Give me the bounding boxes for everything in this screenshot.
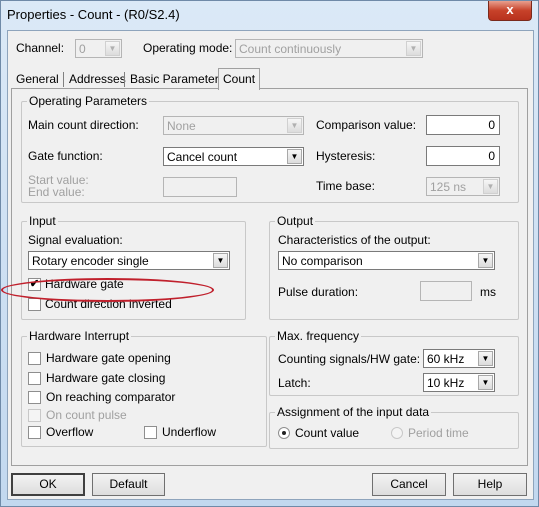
count-direction-inverted-label: Count direction inverted [45,297,172,311]
group-title: Assignment of the input data [275,405,432,419]
ok-button[interactable]: OK [11,473,85,496]
overflow-checkbox[interactable] [28,426,41,439]
underflow-checkbox[interactable] [144,426,157,439]
tab-general[interactable]: General [12,70,63,89]
tab-count[interactable]: Count [218,68,261,90]
tab-basic-parameters[interactable]: Basic Parameters [126,70,229,89]
tab-addresses[interactable]: Addresses [65,70,130,89]
assignment-group: Assignment of the input data Count value… [269,405,519,449]
operating-mode-label: Operating mode: [143,41,233,55]
dialog-client: Channel: 0 ▼ Operating mode: Count conti… [7,30,534,500]
group-title: Input [27,214,58,228]
chevron-down-icon: ▼ [213,253,228,268]
help-button[interactable]: Help [453,473,527,496]
hysteresis-label: Hysteresis: [316,149,376,163]
count-pulse-label: On count pulse [46,408,127,422]
chevron-down-icon: ▼ [478,253,493,268]
operating-mode-value: Count continuously [239,42,342,56]
group-title: Operating Parameters [27,94,150,108]
output-group: Output Characteristics of the output: No… [269,214,519,320]
chevron-down-icon: ▼ [483,179,498,194]
count-value-radio[interactable] [278,427,290,439]
comparison-value-label: Comparison value: [316,118,417,132]
counting-signals-select[interactable]: 60 kHz ▼ [423,349,495,368]
count-pulse-checkbox[interactable] [28,409,41,422]
characteristics-label: Characteristics of the output: [278,233,431,247]
chevron-down-icon: ▼ [406,41,421,56]
default-button[interactable]: Default [92,473,165,496]
group-title: Max. frequency [275,329,362,343]
count-value-label: Count value [295,426,360,440]
close-button[interactable]: x [488,1,532,21]
overflow-label: Overflow [46,425,94,439]
counting-signals-label: Counting signals/HW gate: [278,352,421,366]
checkmark-icon: ✔ [29,278,40,290]
properties-dialog: Properties - Count - (R0/S2.4) x Channel… [0,0,539,507]
gate-opening-label: Hardware gate opening [46,351,171,365]
pulse-duration-unit: ms [480,285,496,299]
group-title: Output [275,214,316,228]
chevron-down-icon: ▼ [287,149,302,164]
latch-label: Latch: [278,376,311,390]
window-title: Properties - Count - (R0/S2.4) [7,7,180,22]
counting-signals-value: 60 kHz [427,352,465,366]
input-group: Input Signal evaluation: Rotary encoder … [21,214,246,320]
main-count-direction-select[interactable]: None ▼ [163,116,304,135]
pulse-duration-field[interactable] [420,281,472,301]
start-end-value-field[interactable] [163,177,237,197]
title-bar[interactable]: Properties - Count - (R0/S2.4) x [1,1,538,31]
reaching-comparator-label: On reaching comparator [46,390,176,404]
chevron-down-icon: ▼ [478,375,493,390]
channel-label: Channel: [16,41,65,55]
chevron-down-icon: ▼ [287,118,302,133]
channel-select[interactable]: 0 ▼ [75,39,122,58]
signal-evaluation-value: Rotary encoder single [32,254,149,268]
period-time-radio[interactable] [391,427,403,439]
tab-separator [63,72,64,87]
radio-selected-dot [282,431,286,435]
count-direction-inverted-checkbox[interactable] [28,298,41,311]
hysteresis-field[interactable]: 0 [426,146,500,166]
main-count-direction-label: Main count direction: [28,118,139,132]
group-title: Hardware Interrupt [27,329,132,343]
chevron-down-icon: ▼ [478,351,493,366]
hardware-gate-label: Hardware gate [45,277,124,291]
period-time-label: Period time [408,426,469,440]
signal-evaluation-select[interactable]: Rotary encoder single ▼ [28,251,230,270]
chevron-down-icon: ▼ [105,41,120,56]
operating-parameters-group: Operating Parameters Main count directio… [21,94,519,203]
channel-value: 0 [79,42,86,56]
signal-evaluation-label: Signal evaluation: [28,233,123,247]
underflow-label: Underflow [162,425,217,439]
reaching-comparator-checkbox[interactable] [28,391,41,404]
pulse-duration-label: Pulse duration: [278,285,359,299]
gate-closing-label: Hardware gate closing [46,371,166,385]
time-base-label: Time base: [316,179,375,193]
hardware-gate-checkbox[interactable]: ✔ [28,278,41,291]
hardware-interrupt-group: Hardware Interrupt Hardware gate opening… [21,329,267,447]
characteristics-value: No comparison [282,254,363,268]
gate-function-value: Cancel count [167,150,238,164]
latch-select[interactable]: 10 kHz ▼ [423,373,495,392]
max-frequency-group: Max. frequency Counting signals/HW gate:… [269,329,519,396]
gate-function-select[interactable]: Cancel count ▼ [163,147,304,166]
main-count-direction-value: None [167,119,196,133]
end-value-label: End value: [28,185,85,199]
operating-mode-select[interactable]: Count continuously ▼ [235,39,423,58]
tab-separator [124,72,125,87]
time-base-select[interactable]: 125 ns ▼ [426,177,500,196]
close-icon: x [506,2,514,17]
latch-value: 10 kHz [427,376,465,390]
gate-opening-checkbox[interactable] [28,352,41,365]
characteristics-select[interactable]: No comparison ▼ [278,251,495,270]
tab-page-count: Operating Parameters Main count directio… [11,88,528,466]
gate-closing-checkbox[interactable] [28,372,41,385]
comparison-value-field[interactable]: 0 [426,115,500,135]
gate-function-label: Gate function: [28,149,103,163]
cancel-button[interactable]: Cancel [372,473,446,496]
time-base-value: 125 ns [430,180,467,194]
